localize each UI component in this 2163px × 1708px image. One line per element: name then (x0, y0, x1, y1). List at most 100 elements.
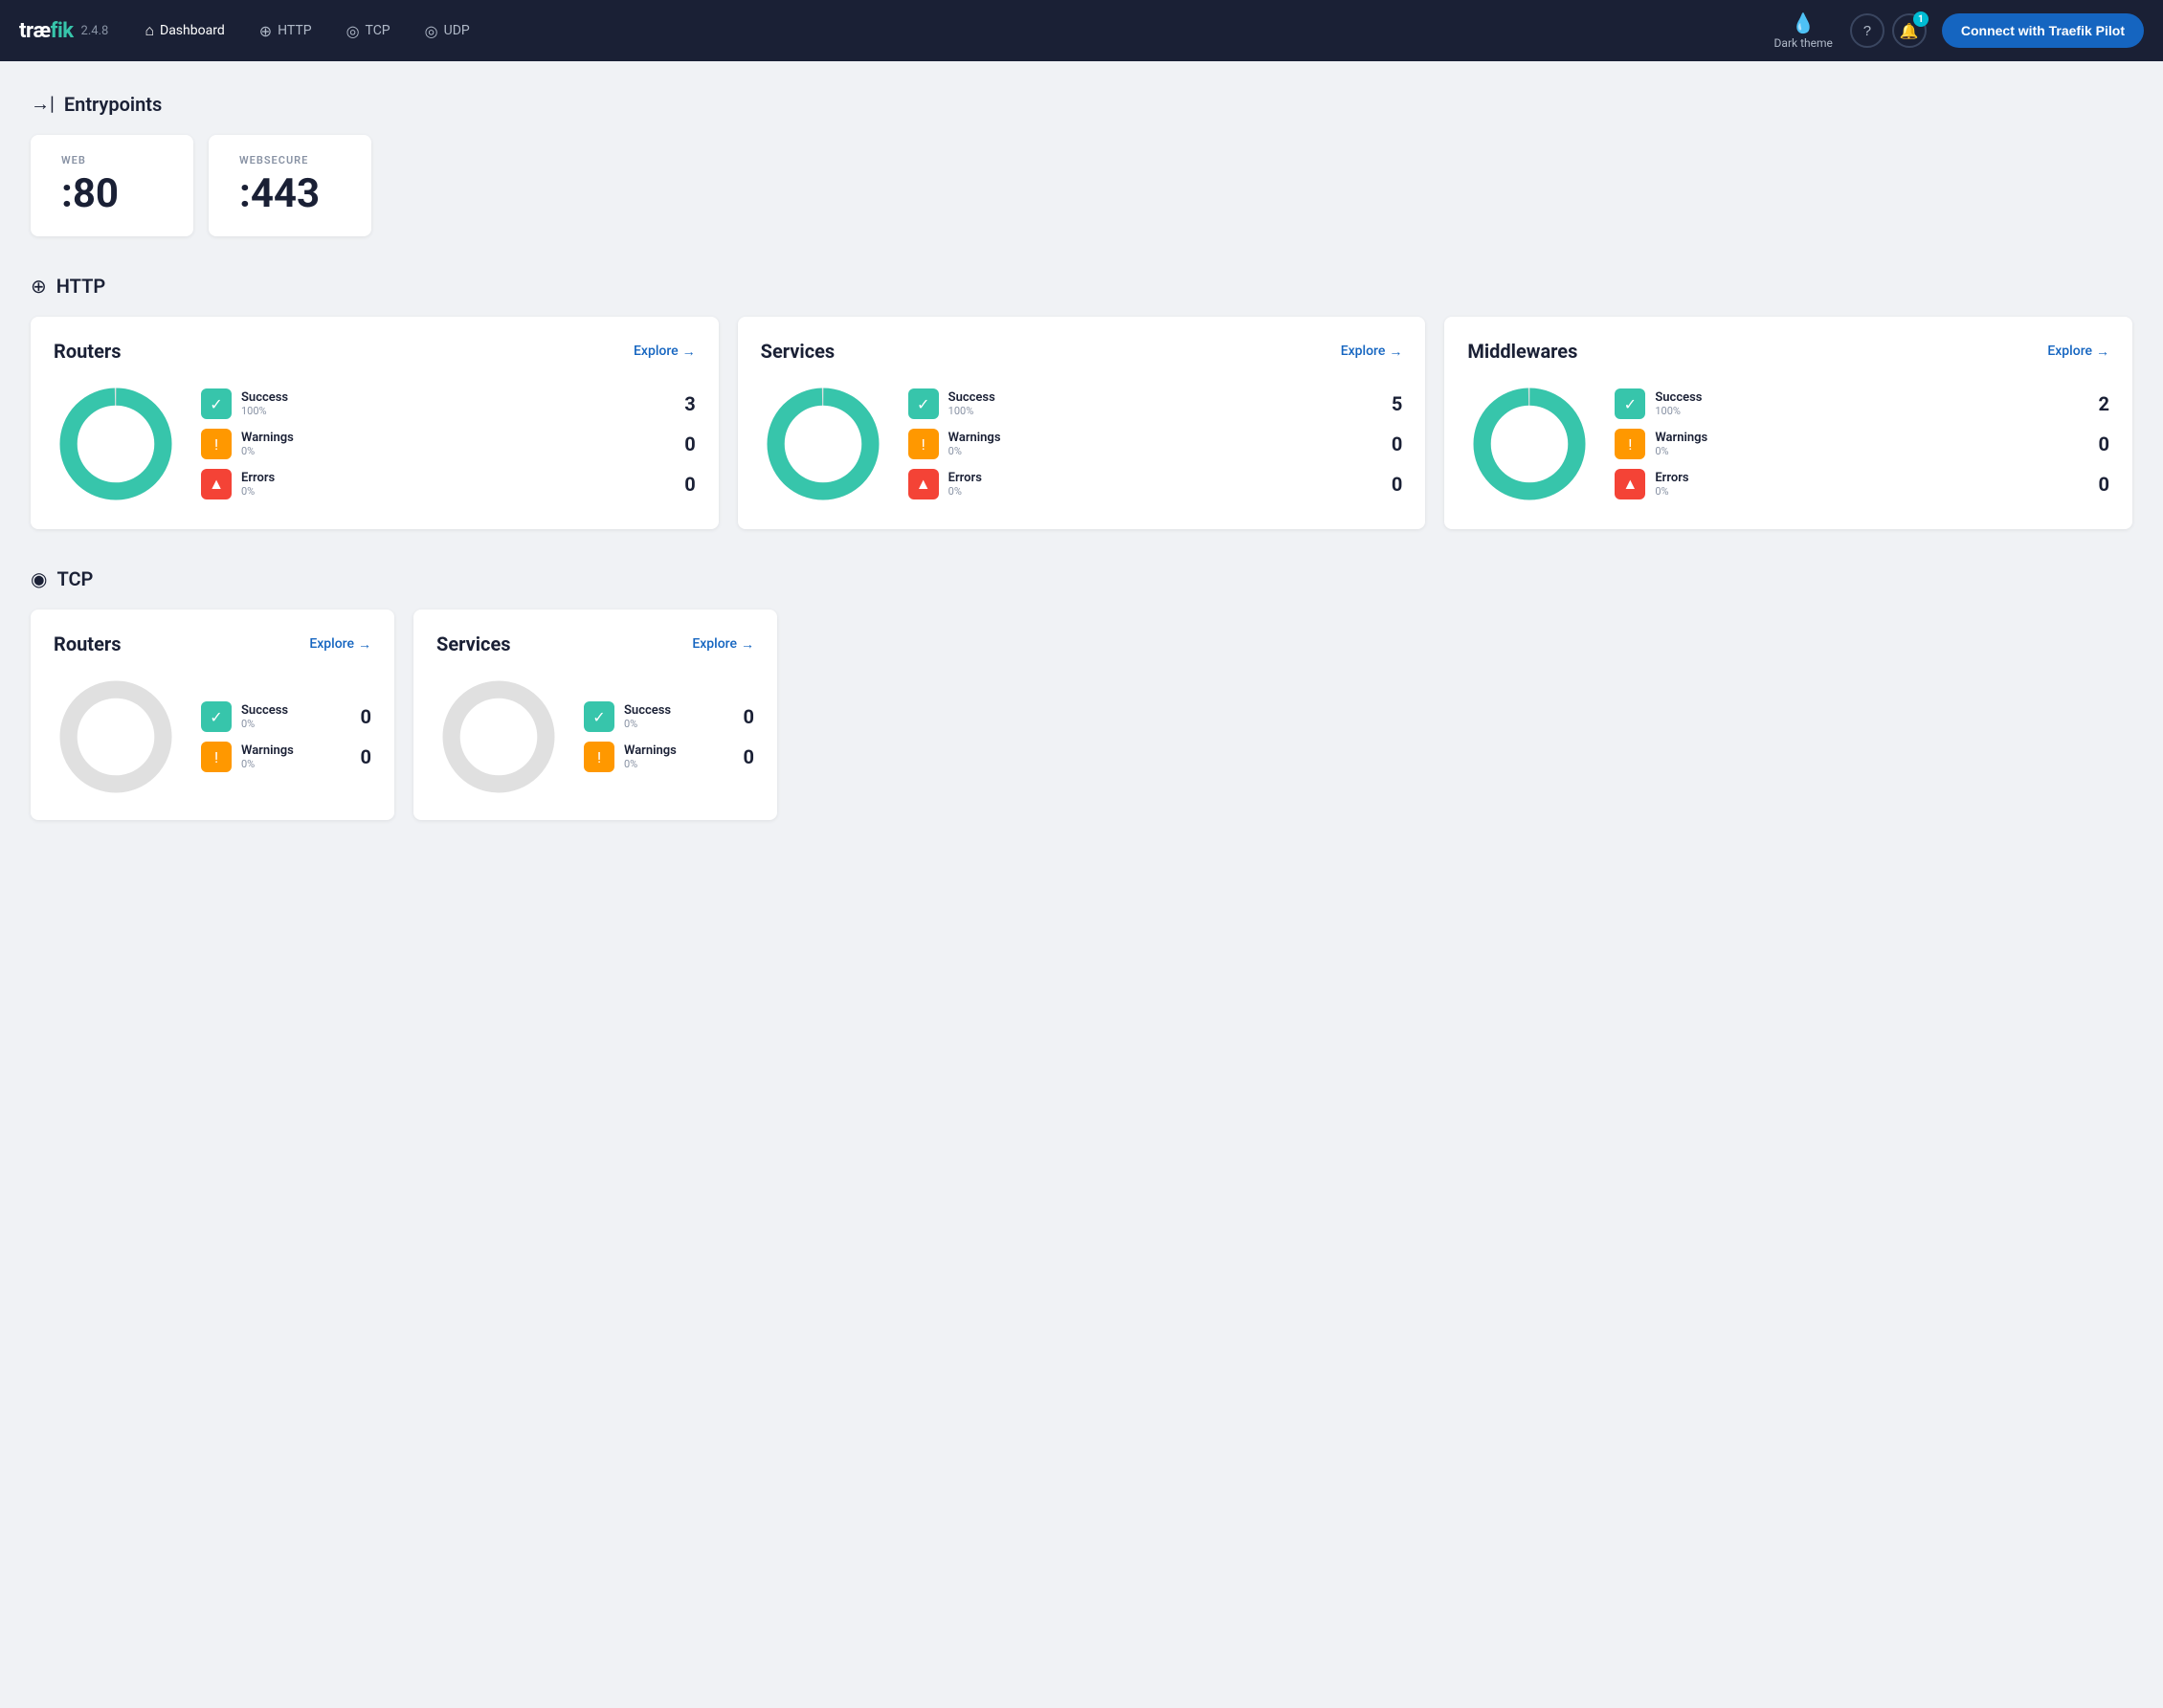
tcp-routers-explore[interactable]: Explore → (309, 636, 371, 653)
http-services-title: Services (761, 340, 836, 363)
brand: træfik 2.4.8 (19, 19, 108, 43)
entrypoints-header: →| Entrypoints (31, 92, 2132, 116)
notification-badge: 1 (1913, 11, 1929, 27)
stat-errors-info: Errors 0% (241, 471, 667, 499)
tcp-stat-row-warnings: ! Warnings 0% 0 (201, 742, 371, 772)
http-middlewares-body: ✓ Success 100% 2 ! Warnings 0% (1467, 382, 2109, 506)
tcp-services-explore[interactable]: Explore → (692, 636, 754, 653)
tcp-routers-body: ✓ Success 0% 0 ! Warnings 0% (54, 675, 371, 799)
nav-dashboard[interactable]: ⌂ Dashboard (131, 15, 237, 46)
mw-error-icon: ▲ (1615, 469, 1645, 499)
http-services-donut (761, 382, 885, 506)
tcp-title: TCP (56, 567, 93, 590)
http-middlewares-header: Middlewares Explore → (1467, 340, 2109, 363)
http-middlewares-explore[interactable]: Explore → (2047, 344, 2109, 360)
notifications-button[interactable]: 🔔 1 (1892, 13, 1927, 48)
http-routers-donut (54, 382, 178, 506)
http-services-stats: ✓ Success 100% 5 ! Warnings 0% (908, 388, 1403, 499)
stat-success-info: Success 100% (241, 390, 667, 418)
tcp-svc-warning-icon: ! (584, 742, 614, 772)
tcp-svc-stat-row-success: ✓ Success 0% 0 (584, 701, 754, 732)
tcp-arrow-icon: → (358, 636, 371, 653)
entrypoint-websecure: WEBSECURE :443 (209, 135, 371, 236)
http-middlewares-donut (1467, 382, 1592, 506)
tcp-routers-header: Routers Explore → (54, 632, 371, 655)
http-middlewares-stats: ✓ Success 100% 2 ! Warnings 0% (1615, 388, 2109, 499)
brand-version: 2.4.8 (81, 24, 109, 38)
entrypoints-title: Entrypoints (64, 93, 162, 116)
http-routers-body: ✓ Success 100% 3 ! Warnings 0% (54, 382, 696, 506)
nav-udp[interactable]: ◎ UDP (412, 16, 483, 46)
tcp-success-count: 0 (352, 705, 371, 728)
tcp-success-icon: ✓ (201, 701, 232, 732)
entrypoints-grid: WEB :80 WEBSECURE :443 (31, 135, 2132, 236)
tcp-header: ◉ TCP (31, 567, 2132, 590)
svc-error-icon: ▲ (908, 469, 939, 499)
svc-stat-row-success: ✓ Success 100% 5 (908, 388, 1403, 419)
mw-errors-count: 0 (2090, 473, 2109, 496)
tcp-services-title: Services (436, 632, 511, 655)
tcp-warnings-count: 0 (352, 745, 371, 768)
stat-row-warnings: ! Warnings 0% 0 (201, 429, 696, 459)
entrypoint-websecure-label: WEBSECURE (239, 154, 341, 166)
tcp-section-icon: ◉ (31, 567, 47, 590)
error-icon: ▲ (201, 469, 232, 499)
mw-stat-row-success: ✓ Success 100% 2 (1615, 388, 2109, 419)
http-routers-header: Routers Explore → (54, 340, 696, 363)
http-routers-explore[interactable]: Explore → (634, 344, 696, 360)
tcp-svc-success-count: 0 (735, 705, 754, 728)
mw-stat-row-errors: ▲ Errors 0% 0 (1615, 469, 2109, 499)
http-title: HTTP (56, 275, 105, 298)
tcp-routers-card: Routers Explore → ✓ (31, 610, 394, 820)
udp-icon: ◎ (425, 22, 438, 40)
entrypoint-websecure-value: :443 (239, 170, 341, 217)
tcp-services-header: Services Explore → (436, 632, 754, 655)
tcp-svc-warnings-count: 0 (735, 745, 754, 768)
http-header: ⊕ HTTP (31, 275, 2132, 298)
tcp-routers-donut (54, 675, 178, 799)
http-services-explore[interactable]: Explore → (1341, 344, 1403, 360)
mw-success-icon: ✓ (1615, 388, 1645, 419)
brand-logo: træfik (19, 19, 74, 43)
svc-warning-icon: ! (908, 429, 939, 459)
tcp-icon: ◎ (346, 22, 360, 40)
stat-warnings-count: 0 (677, 433, 696, 455)
tcp-routers-title: Routers (54, 632, 121, 655)
svc-success-icon: ✓ (908, 388, 939, 419)
entrypoint-web-label: WEB (61, 154, 163, 166)
nav-tcp[interactable]: ◎ TCP (333, 16, 404, 46)
arrow-right-icon: → (682, 344, 696, 360)
http-icon: ⊕ (31, 275, 47, 298)
tcp-services-body: ✓ Success 0% 0 ! Warnings 0% (436, 675, 754, 799)
tcp-services-donut (436, 675, 561, 799)
http-cards-grid: Routers Explore → ✓ (31, 317, 2132, 529)
tcp-routers-stats: ✓ Success 0% 0 ! Warnings 0% (201, 701, 371, 772)
stat-row-success: ✓ Success 100% 3 (201, 388, 696, 419)
http-middlewares-card: Middlewares Explore → (1444, 317, 2132, 529)
tcp-services-stats: ✓ Success 0% 0 ! Warnings 0% (584, 701, 754, 772)
arrow-right-icon-2: → (1389, 344, 1402, 360)
svc-stat-row-errors: ▲ Errors 0% 0 (908, 469, 1403, 499)
http-services-body: ✓ Success 100% 5 ! Warnings 0% (761, 382, 1403, 506)
main-content: →| Entrypoints WEB :80 WEBSECURE :443 ⊕ … (0, 61, 2163, 889)
http-services-card: Services Explore → ✓ (738, 317, 1426, 529)
droplet-icon: 💧 (1792, 11, 1816, 34)
http-routers-title: Routers (54, 340, 121, 363)
svc-stat-row-warnings: ! Warnings 0% 0 (908, 429, 1403, 459)
connect-pilot-button[interactable]: Connect with Traefik Pilot (1942, 13, 2144, 48)
mw-warnings-count: 0 (2090, 433, 2109, 455)
tcp-section: ◉ TCP Routers Explore → (31, 567, 2132, 820)
stat-row-errors: ▲ Errors 0% 0 (201, 469, 696, 499)
home-icon: ⌂ (145, 21, 154, 40)
stat-errors-count: 0 (677, 473, 696, 496)
help-button[interactable]: ? (1850, 13, 1884, 48)
stat-success-count: 3 (677, 392, 696, 415)
tcp-svc-success-icon: ✓ (584, 701, 614, 732)
http-routers-card: Routers Explore → ✓ (31, 317, 719, 529)
tcp-svc-stat-row-warnings: ! Warnings 0% 0 (584, 742, 754, 772)
nav-http[interactable]: ⊕ HTTP (246, 16, 325, 46)
dark-theme-toggle[interactable]: 💧 Dark theme (1765, 8, 1842, 54)
navbar: træfik 2.4.8 ⌂ Dashboard ⊕ HTTP ◎ TCP ◎ … (0, 0, 2163, 61)
mw-warning-icon: ! (1615, 429, 1645, 459)
http-section: ⊕ HTTP Routers Explore → (31, 275, 2132, 529)
